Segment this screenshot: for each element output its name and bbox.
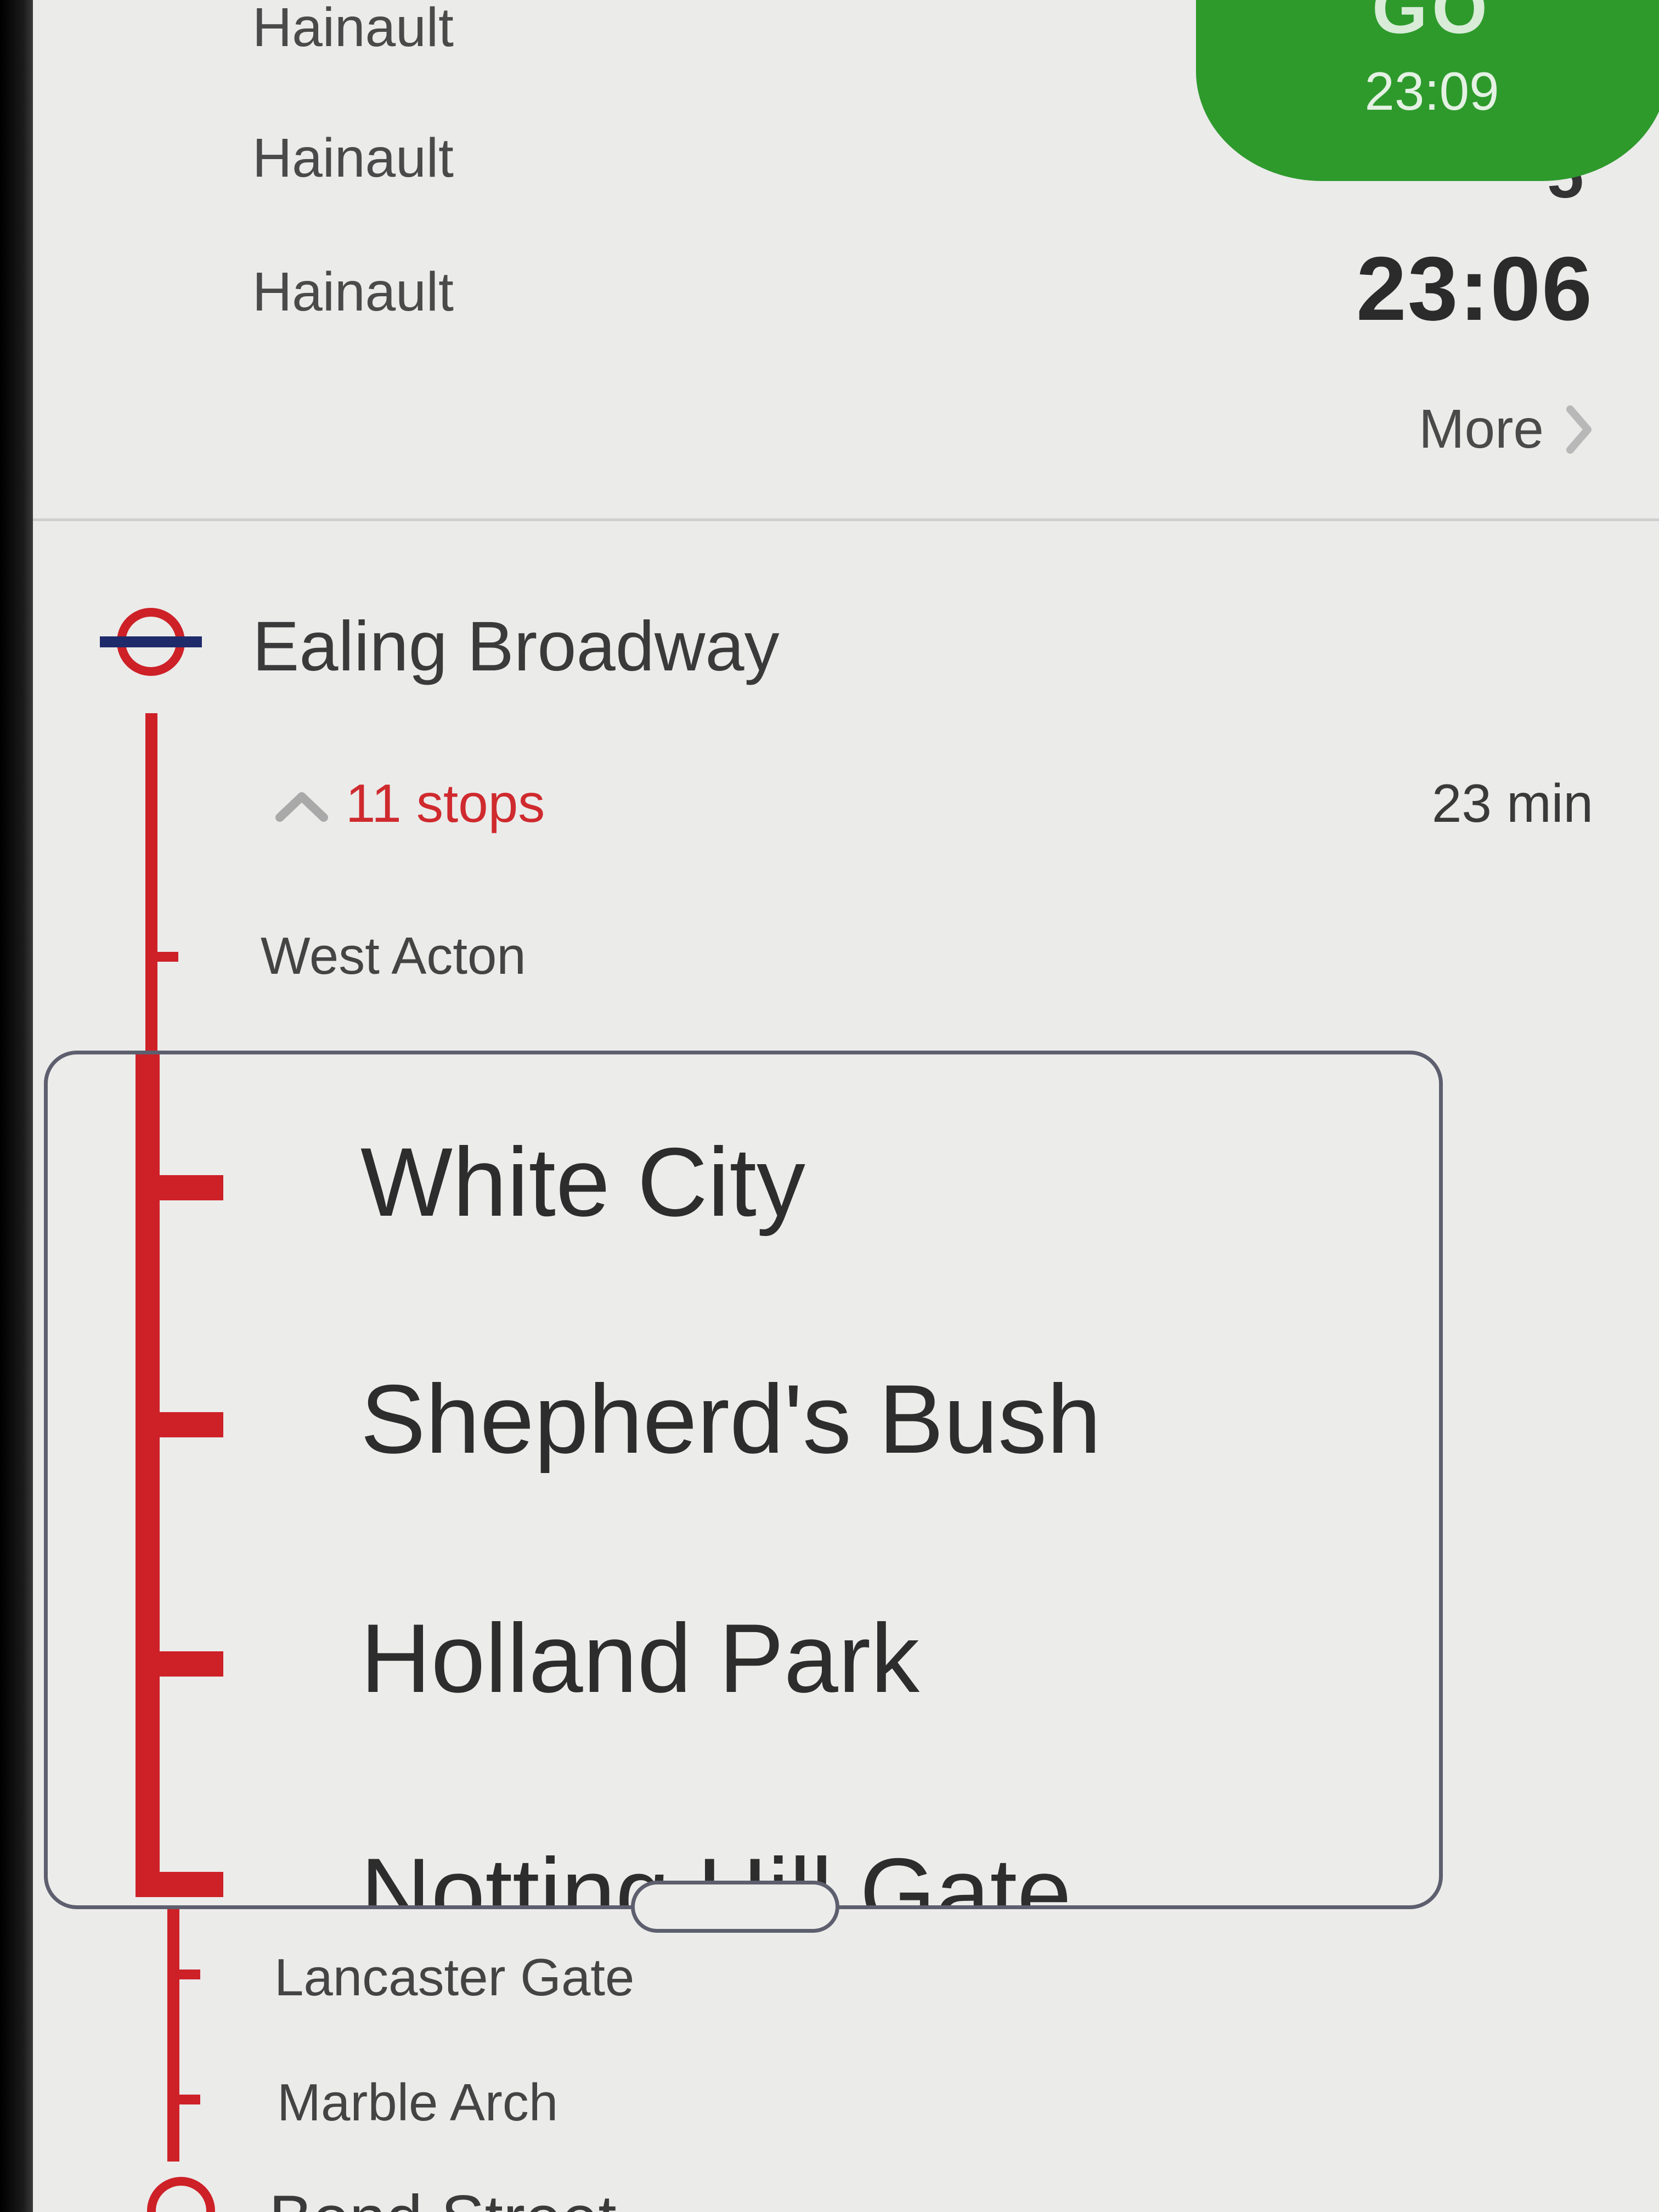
departure-destination[interactable]: Hainault <box>252 264 454 319</box>
stop-tick <box>136 1872 223 1897</box>
go-time: 23:09 <box>1364 61 1499 121</box>
departure-destination[interactable]: Hainault <box>252 0 454 55</box>
magnifier-handle[interactable] <box>631 1881 839 1933</box>
departure-destination[interactable]: Hainault <box>252 131 454 185</box>
chevron-up-icon <box>274 772 329 834</box>
stops-count: 11 stops <box>346 773 545 833</box>
underground-roundel-icon <box>99 603 203 683</box>
leg-duration: 23 min <box>1431 773 1593 833</box>
next-station[interactable]: Bond Street <box>269 2181 617 2212</box>
departure-time: 23:06 <box>1356 238 1593 339</box>
magnified-stop: Shepherd's Bush <box>360 1364 1102 1474</box>
more-button[interactable]: More <box>1419 398 1593 461</box>
origin-station[interactable]: Ealing Broadway <box>252 606 780 687</box>
line-track <box>145 713 157 1064</box>
stop-tick <box>136 1175 223 1200</box>
chevron-right-icon <box>1566 405 1593 454</box>
underground-roundel-icon <box>129 2172 233 2212</box>
go-label: GO <box>1372 0 1492 48</box>
magnified-stop: Holland Park <box>360 1604 920 1713</box>
stop-tick <box>167 1970 200 1979</box>
stops-toggle[interactable]: 11 stops <box>274 772 545 834</box>
section-divider <box>33 518 1659 521</box>
line-track <box>167 1909 179 2162</box>
device-bezel <box>0 0 33 2212</box>
intermediate-stop: West Acton <box>261 927 526 985</box>
magnifier-overlay: White City Shepherd's Bush Holland Park … <box>44 1051 1443 1909</box>
intermediate-stop: Lancaster Gate <box>274 1948 635 2007</box>
go-button[interactable]: GO 23:09 <box>1196 0 1659 181</box>
stop-tick <box>136 1412 223 1437</box>
more-label: More <box>1419 398 1544 460</box>
stop-tick <box>167 2095 200 2104</box>
stop-tick <box>136 1651 223 1677</box>
intermediate-stop: Marble Arch <box>277 2073 558 2132</box>
stop-tick <box>145 952 178 962</box>
magnified-stop: White City <box>360 1127 805 1237</box>
app-screen: Hainault Hainault Hainault 5 GO 23:09 23… <box>33 0 1659 2212</box>
